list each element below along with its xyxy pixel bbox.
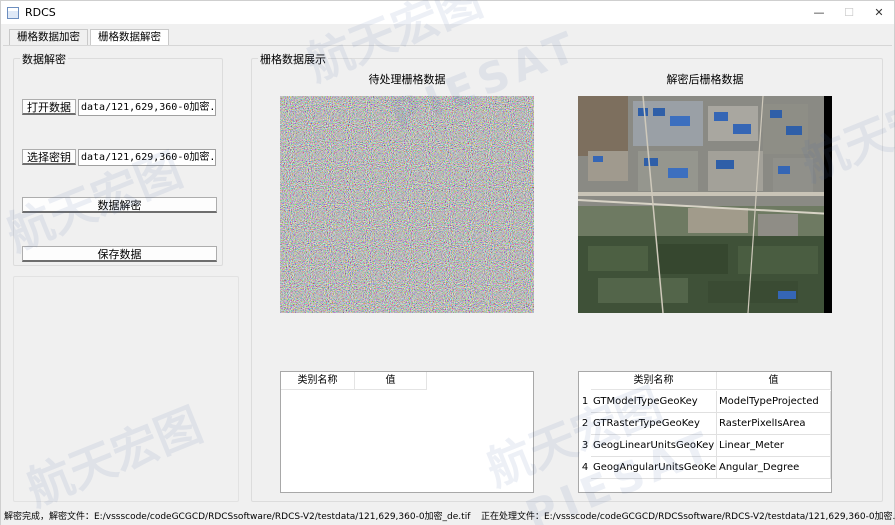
minimize-button[interactable]: — (804, 1, 834, 24)
right-image-caption: 解密后栅格数据 (666, 73, 744, 86)
display-group-title: 栅格数据展示 (258, 51, 328, 67)
app-window: RDCS — ☐ ✕ 栅格数据加密 栅格数据解密 数据解密 打开数据 data/… (0, 0, 895, 525)
encrypted-noise-image (280, 96, 534, 313)
maximize-button[interactable]: ☐ (834, 1, 864, 24)
table-cell-key[interactable]: GeogAngularUnitsGeoKey (591, 457, 717, 479)
status-bar: 解密完成，解密文件：E:/vssscode/codeGCGCD/RDCSsoft… (1, 510, 895, 525)
window-controls: — ☐ ✕ (804, 1, 894, 24)
title-bar: RDCS — ☐ ✕ (1, 1, 894, 24)
tab-decrypt[interactable]: 栅格数据解密 (90, 29, 169, 46)
table-cell-key[interactable]: GTRasterTypeGeoKey (591, 413, 717, 435)
tab-bar: 栅格数据加密 栅格数据解密 (9, 29, 171, 46)
row-number: 1 (579, 391, 591, 413)
left-image-caption: 待处理栅格数据 (368, 73, 446, 86)
encrypted-attribute-table[interactable]: 类别名称 值 (280, 371, 534, 493)
save-data-button[interactable]: 保存数据 (22, 246, 217, 262)
display-group: 栅格数据展示 待处理栅格数据 解密后栅格数据 类别名称 值 类别名称 值 1 G… (251, 51, 883, 502)
tab-encrypt[interactable]: 栅格数据加密 (9, 29, 88, 45)
key-path-field[interactable]: data/121,629,360-0加密.key (78, 149, 216, 166)
table-cell-value[interactable]: RasterPixelIsArea (717, 413, 831, 435)
table-cell-key[interactable]: GeogLinearUnitsGeoKey (591, 435, 717, 457)
decrypt-group: 数据解密 打开数据 data/121,629,360-0加密.tif 选择密钥 … (13, 51, 223, 266)
table-header-value[interactable]: 值 (355, 372, 427, 390)
status-message-right: 正在处理文件：E:/vssscode/codeGCGCD/RDCSsoftwar… (481, 512, 895, 522)
encrypted-raster-view (280, 96, 534, 313)
table-header-name[interactable]: 类别名称 (591, 372, 717, 390)
left-lower-area (13, 276, 239, 502)
open-data-button[interactable]: 打开数据 (22, 99, 76, 115)
tab-content: 数据解密 打开数据 data/121,629,360-0加密.tif 选择密钥 … (3, 45, 892, 505)
app-icon (7, 6, 19, 19)
data-path-field[interactable]: data/121,629,360-0加密.tif (78, 99, 216, 116)
decrypt-group-title: 数据解密 (20, 51, 68, 67)
table-header-value[interactable]: 值 (717, 372, 831, 390)
table-header-name[interactable]: 类别名称 (281, 372, 355, 390)
decrypted-attribute-table[interactable]: 类别名称 值 1 GTModelTypeGeoKey ModelTypeProj… (578, 371, 832, 493)
table-cell-value[interactable]: Angular_Degree (717, 457, 831, 479)
status-message-left: 解密完成，解密文件：E:/vssscode/codeGCGCD/RDCSsoft… (4, 512, 471, 522)
row-number: 2 (579, 413, 591, 435)
decrypt-button[interactable]: 数据解密 (22, 197, 217, 213)
table-cell-value[interactable]: Linear_Meter (717, 435, 831, 457)
decrypted-satellite-image (577, 95, 833, 314)
table-cell-value[interactable]: ModelTypeProjected (717, 391, 831, 413)
window-title: RDCS (25, 6, 56, 19)
close-button[interactable]: ✕ (864, 1, 894, 24)
table-cell-key[interactable]: GTModelTypeGeoKey (591, 391, 717, 413)
row-number: 4 (579, 457, 591, 479)
decrypted-raster-view (577, 95, 833, 314)
select-key-button[interactable]: 选择密钥 (22, 149, 76, 165)
row-number: 3 (579, 435, 591, 457)
